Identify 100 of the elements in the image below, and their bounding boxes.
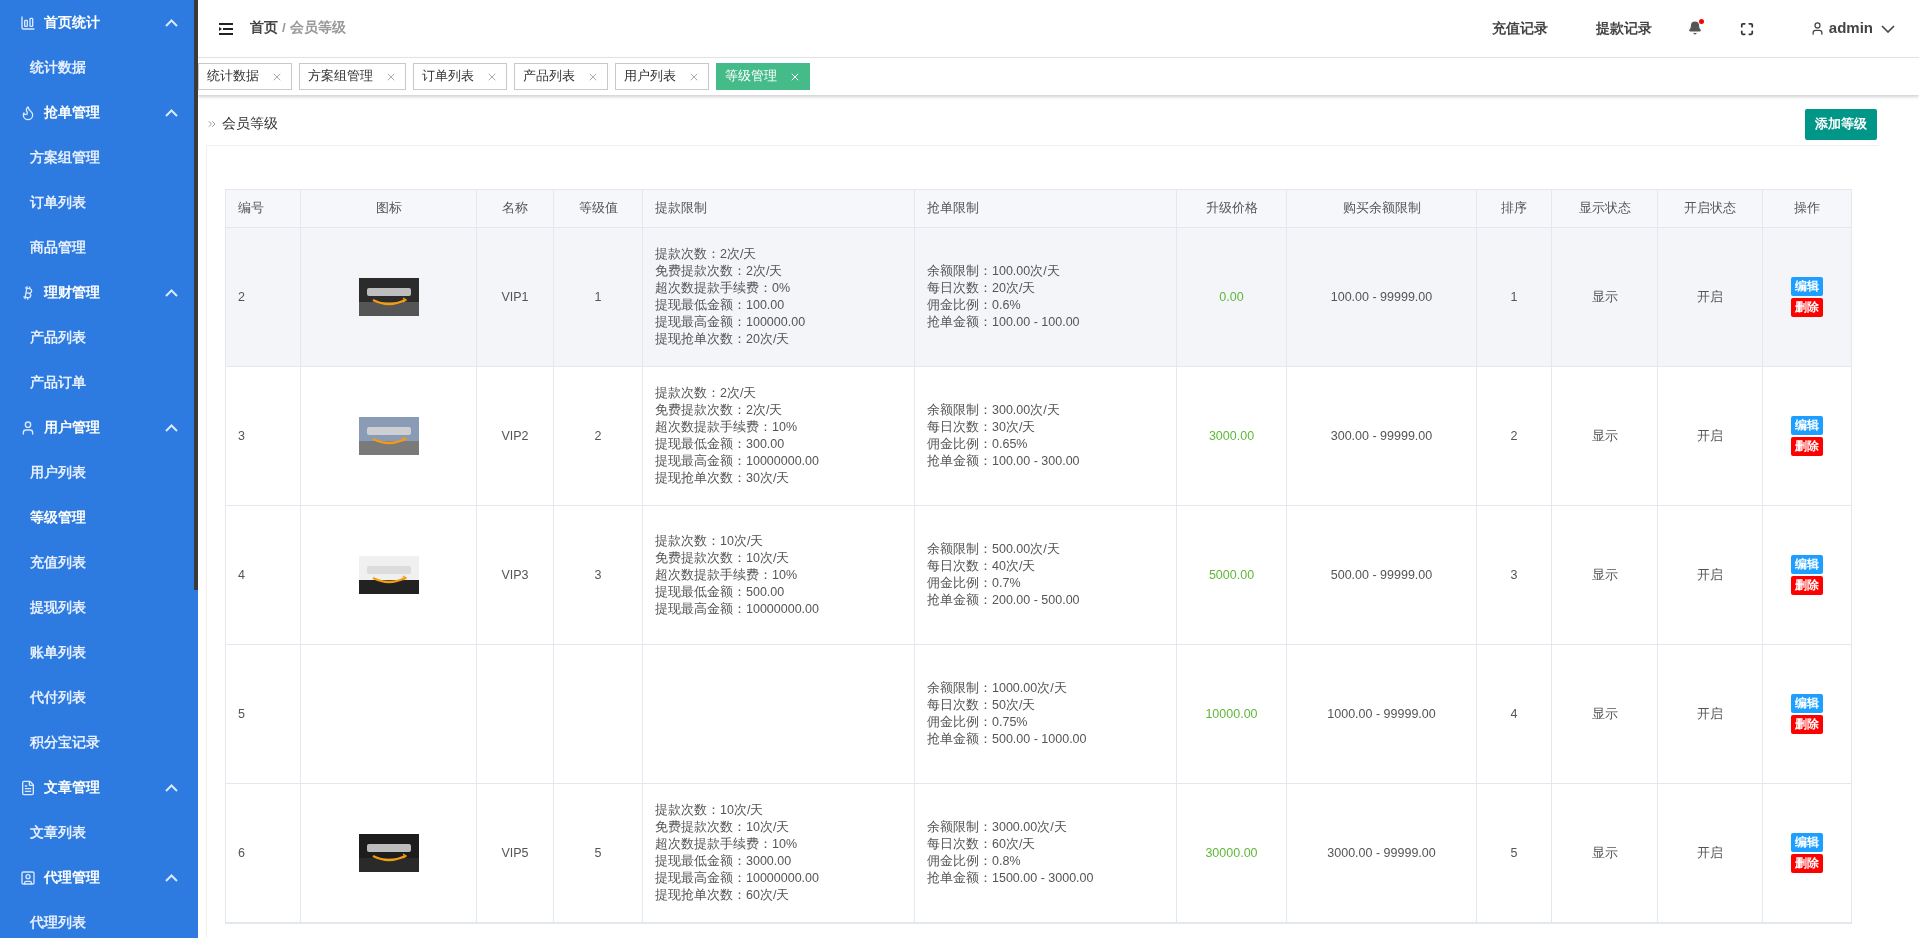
edit-button[interactable]: 编辑 bbox=[1791, 555, 1823, 574]
delete-button[interactable]: 删除 bbox=[1791, 854, 1823, 873]
sidebar-group[interactable]: 理财管理 bbox=[0, 270, 198, 315]
sidebar-item[interactable]: 账单列表 bbox=[0, 630, 198, 675]
sidebar-group[interactable]: 文章管理 bbox=[0, 765, 198, 810]
table-cell-text: 4 bbox=[238, 566, 245, 584]
bell-icon[interactable] bbox=[1687, 20, 1704, 37]
table-cell-text: VIP2 bbox=[501, 427, 529, 445]
grab-limit-line: 佣金比例：0.75% bbox=[927, 714, 1029, 731]
header-link[interactable]: 充值记录 bbox=[1491, 18, 1548, 39]
edit-button[interactable]: 编辑 bbox=[1791, 833, 1823, 852]
sidebar-item[interactable]: 产品订单 bbox=[0, 360, 198, 405]
group-label: 用户管理 bbox=[44, 418, 101, 437]
table-cell-text: VIP3 bbox=[501, 566, 529, 584]
edit-button[interactable]: 编辑 bbox=[1791, 694, 1823, 713]
sidebar-item[interactable]: 充值列表 bbox=[0, 540, 198, 585]
sidebar-item[interactable]: 文章列表 bbox=[0, 810, 198, 855]
user-menu[interactable]: admin bbox=[1809, 17, 1895, 40]
tab[interactable]: 订单列表 bbox=[413, 63, 507, 90]
grab-limit-line: 每日次数：20次/天 bbox=[927, 280, 1037, 297]
delete-button[interactable]: 删除 bbox=[1791, 298, 1823, 317]
grab-limit-line: 佣金比例：0.8% bbox=[927, 853, 1022, 870]
chevron-down-icon bbox=[1881, 24, 1895, 33]
sidebar-group[interactable]: 抢单管理 bbox=[0, 90, 198, 135]
sidebar-item[interactable]: 商品管理 bbox=[0, 225, 198, 270]
table-cell-text: 1 bbox=[1510, 288, 1518, 306]
sidebar-item[interactable]: 积分宝记录 bbox=[0, 720, 198, 765]
sidebar-item[interactable]: 等级管理 bbox=[0, 495, 198, 540]
edit-button[interactable]: 编辑 bbox=[1791, 416, 1823, 435]
column-header: 操作 bbox=[1794, 200, 1820, 218]
grab-limit-line: 抢单金额：1500.00 - 3000.00 bbox=[927, 870, 1094, 887]
delete-button[interactable]: 删除 bbox=[1791, 576, 1823, 595]
sidebar-group[interactable]: 用户管理 bbox=[0, 405, 198, 450]
delete-button[interactable]: 删除 bbox=[1791, 715, 1823, 734]
withdrawal-limit-line: 提款次数：2次/天 bbox=[655, 385, 758, 402]
withdrawal-limit-line: 提现最高金额：100000.00 bbox=[655, 314, 806, 331]
sidebar-group[interactable]: 代理管理 bbox=[0, 855, 198, 900]
table-cell-text: 开启 bbox=[1697, 844, 1723, 862]
group-icon bbox=[20, 419, 36, 436]
edit-button[interactable]: 编辑 bbox=[1791, 277, 1823, 296]
tab[interactable]: 方案组管理 bbox=[299, 63, 406, 90]
grab-limit-line: 每日次数：50次/天 bbox=[927, 697, 1037, 714]
withdrawal-limit-line: 超次数提款手续费：10% bbox=[655, 566, 799, 584]
sidebar-item[interactable]: 代付列表 bbox=[0, 675, 198, 720]
withdrawal-limit-line: 提现最高金额：10000000.00 bbox=[655, 453, 819, 470]
table-cell-text: 3 bbox=[594, 566, 602, 584]
table-cell-text: 300.00 - 99999.00 bbox=[1330, 427, 1433, 445]
tab[interactable]: 用户列表 bbox=[615, 63, 709, 90]
tab[interactable]: 产品列表 bbox=[514, 63, 608, 90]
upgrade-price: 3000.00 bbox=[1208, 427, 1255, 445]
grab-limit-line: 每日次数：60次/天 bbox=[927, 836, 1037, 853]
table-cell-text: 开启 bbox=[1697, 566, 1723, 584]
sidebar-item[interactable]: 提现列表 bbox=[0, 585, 198, 630]
column-header: 购买余额限制 bbox=[1342, 200, 1421, 218]
table-cell-text: 2 bbox=[594, 427, 602, 445]
grab-limit-line: 余额限制：1000.00次/天 bbox=[927, 680, 1068, 697]
upgrade-price: 30000.00 bbox=[1205, 844, 1258, 862]
table-cell-text: 开启 bbox=[1697, 288, 1723, 306]
withdrawal-limit-line: 超次数提款手续费：10% bbox=[655, 836, 799, 853]
breadcrumb-separator: / bbox=[282, 19, 286, 38]
tab[interactable]: 统计数据 bbox=[198, 63, 292, 90]
menu-icon[interactable] bbox=[218, 21, 234, 36]
table-cell-text: 显示 bbox=[1591, 288, 1618, 306]
grab-limit-line: 余额限制：3000.00次/天 bbox=[927, 819, 1068, 836]
withdrawal-limit-line: 超次数提款手续费：0% bbox=[655, 280, 792, 297]
grab-limit-line: 佣金比例：0.65% bbox=[927, 436, 1029, 453]
header-link[interactable]: 提款记录 bbox=[1595, 18, 1652, 39]
scrollbar-thumb[interactable] bbox=[194, 0, 198, 590]
table-cell-text: 显示 bbox=[1591, 844, 1618, 862]
sidebar-item[interactable]: 用户列表 bbox=[0, 450, 198, 495]
breadcrumb-item[interactable]: 首页 bbox=[250, 18, 278, 39]
withdrawal-limit-line: 免费提款次数：10次/天 bbox=[655, 549, 791, 567]
sidebar-group[interactable]: 首页统计 bbox=[0, 0, 198, 45]
table-cell-text: 显示 bbox=[1591, 705, 1618, 723]
table-cell-text: 3 bbox=[1510, 566, 1518, 584]
table-cell-text: 100.00 - 99999.00 bbox=[1330, 288, 1433, 306]
delete-button[interactable]: 删除 bbox=[1791, 437, 1823, 456]
column-header: 排序 bbox=[1501, 200, 1527, 218]
sidebar-item[interactable]: 代理列表 bbox=[0, 900, 198, 938]
upgrade-price: 0.00 bbox=[1219, 288, 1244, 306]
user-icon bbox=[1809, 21, 1825, 36]
withdrawal-limit-line: 免费提款次数：10次/天 bbox=[655, 819, 791, 836]
table-cell-text: 显示 bbox=[1591, 427, 1618, 445]
withdrawal-limit-line: 提款次数：2次/天 bbox=[655, 246, 758, 263]
table-cell-text: 2 bbox=[238, 288, 245, 306]
sidebar-item[interactable]: 产品列表 bbox=[0, 315, 198, 360]
group-icon bbox=[20, 869, 36, 886]
fullscreen-icon[interactable] bbox=[1739, 21, 1754, 36]
tab[interactable]: 等级管理 bbox=[716, 63, 810, 90]
grab-limit-line: 抢单金额：100.00 - 300.00 bbox=[927, 453, 1080, 470]
withdrawal-limit-line: 提现抢单次数：60次/天 bbox=[655, 887, 791, 904]
sidebar-item[interactable]: 统计数据 bbox=[0, 45, 198, 90]
add-level-button[interactable]: 添加等级 bbox=[1805, 108, 1877, 140]
column-header: 编号 bbox=[238, 200, 264, 218]
sidebar-item[interactable]: 方案组管理 bbox=[0, 135, 198, 180]
sidebar-item[interactable]: 订单列表 bbox=[0, 180, 198, 225]
withdrawal-limit-line: 提现最高金额：10000000.00 bbox=[655, 600, 819, 618]
withdrawal-limit-line: 免费提款次数：2次/天 bbox=[655, 402, 784, 419]
table-cell-text: 4 bbox=[1510, 705, 1518, 723]
group-label: 理财管理 bbox=[44, 283, 101, 302]
